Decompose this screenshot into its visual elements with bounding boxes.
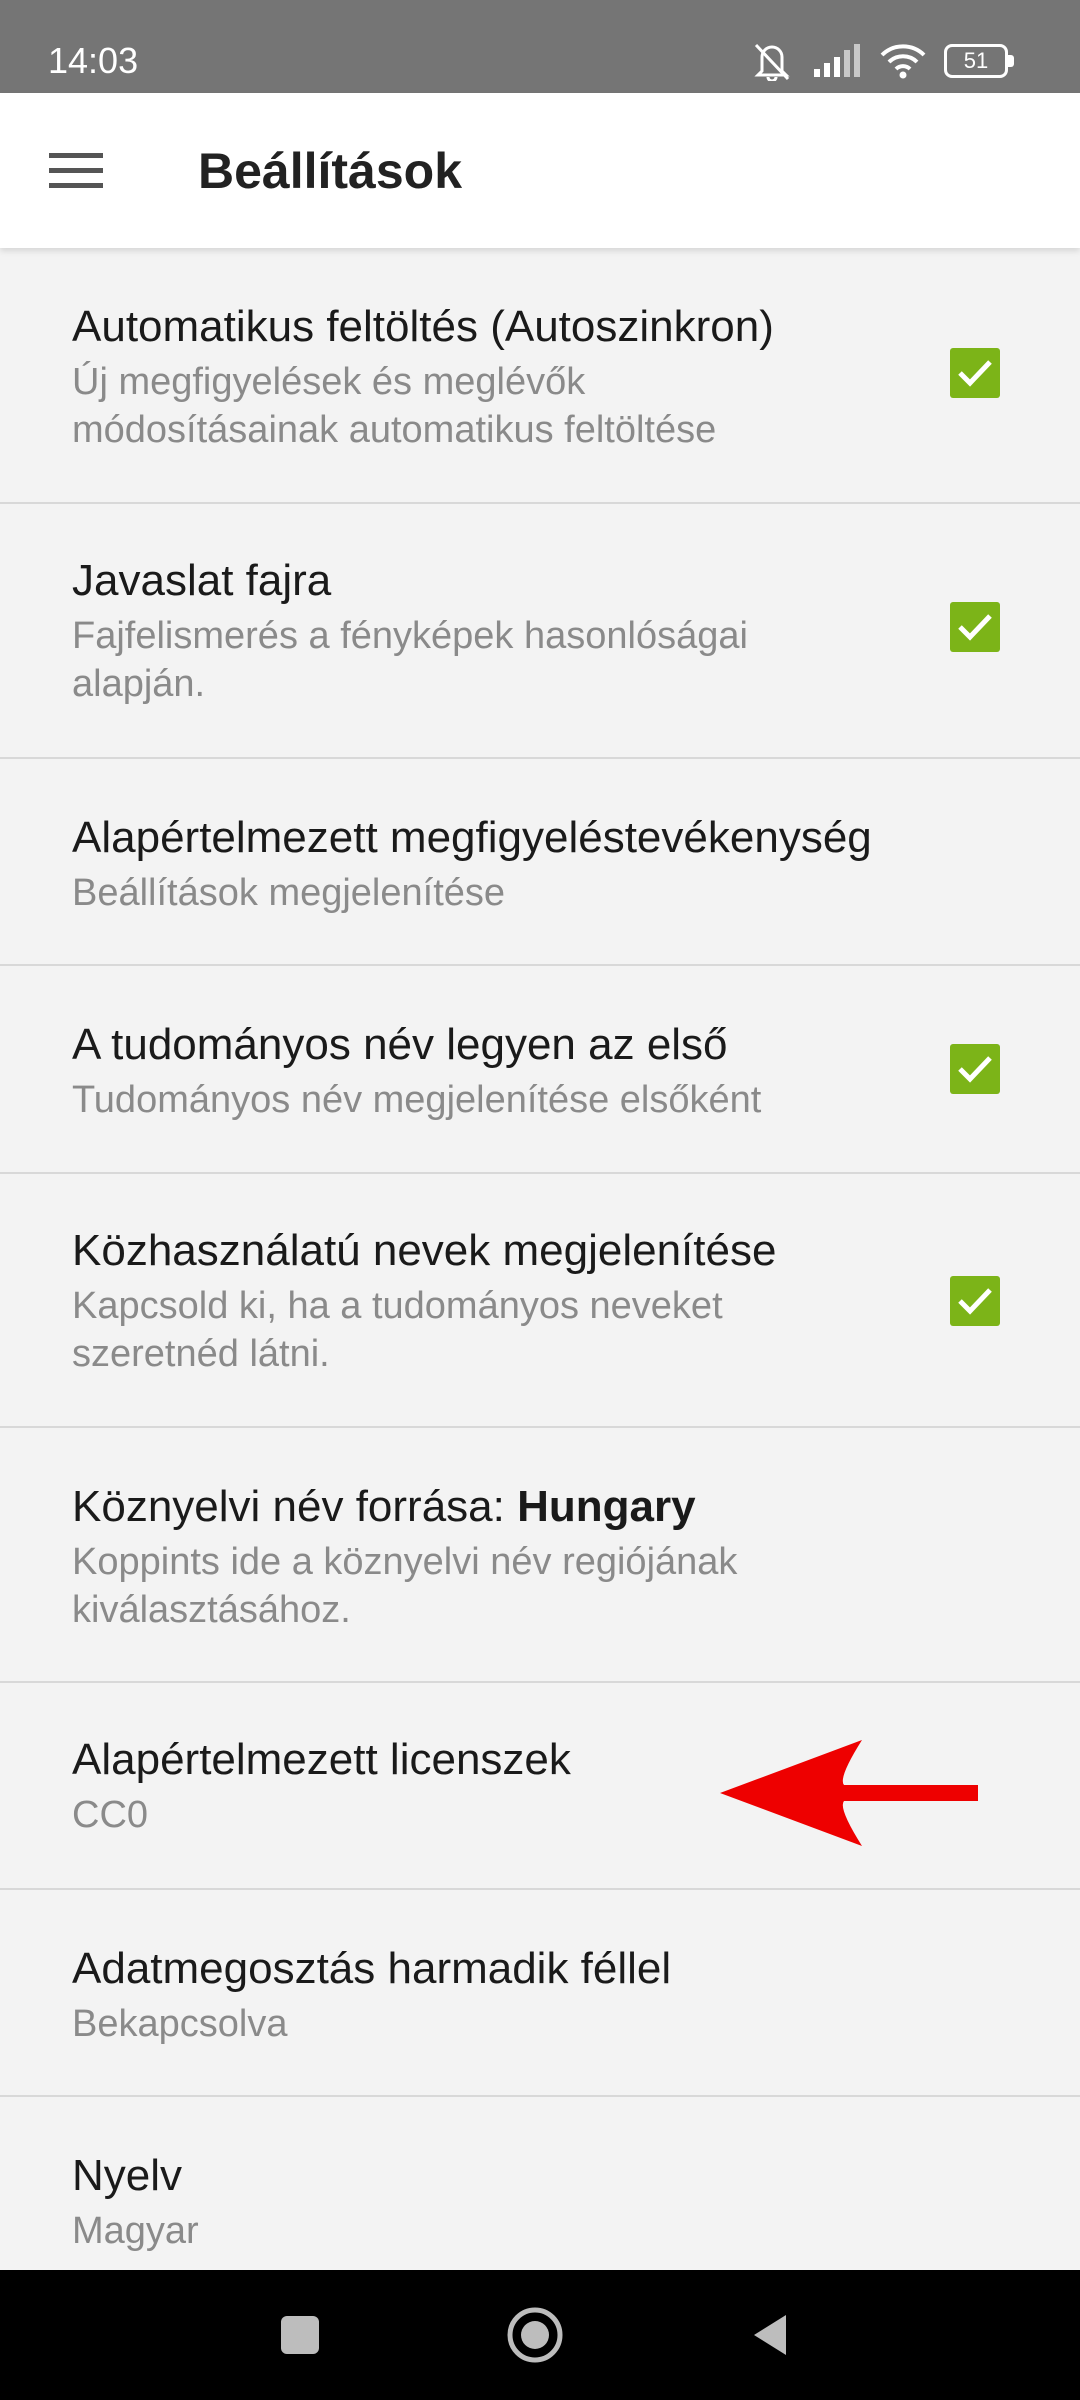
auto-upload-checkbox[interactable] [950, 348, 1000, 398]
page-title: Beállítások [198, 143, 463, 199]
settings-list: Automatikus feltöltés (Autoszinkron) Új … [0, 248, 1080, 2297]
setting-third-party-sharing[interactable]: Adatmegosztás harmadik féllel Bekapcsolv… [0, 1890, 1080, 2097]
setting-summary: Tudományos név megjelenítése elsőként [72, 1079, 762, 1121]
setting-summary: Koppints ide a köznyelvi név regiójának … [72, 1541, 738, 1631]
annotation-arrow-icon [720, 1740, 978, 1846]
toolbar: Beállítások [0, 93, 1080, 248]
setting-default-activity[interactable]: Alapértelmezett megfigyeléstevékenység B… [0, 759, 1080, 966]
setting-title: Nyelv [72, 2151, 183, 2200]
check-icon [958, 1288, 992, 1315]
setting-summary: Fajfelismerés a fényképek hasonlóságai a… [72, 615, 748, 705]
check-icon [958, 614, 992, 641]
setting-summary: Beállítások megjelenítése [72, 872, 506, 914]
mute-icon [754, 43, 790, 81]
home-icon[interactable] [465, 2270, 605, 2400]
status-bar: 14:03 51 [0, 0, 1080, 93]
back-icon[interactable] [700, 2270, 840, 2400]
setting-title: A tudományos név legyen az első [72, 1020, 728, 1069]
check-icon [958, 1056, 992, 1083]
setting-summary: Kapcsold ki, ha a tudományos neveket sze… [72, 1285, 723, 1375]
setting-summary: Bekapcsolva [72, 2003, 288, 2045]
hamburger-menu-icon[interactable] [32, 127, 120, 215]
setting-title: Automatikus feltöltés (Autoszinkron) [72, 302, 774, 351]
show-common-names-checkbox[interactable] [950, 1276, 1000, 1326]
setting-title: Köznyelvi név forrása: Hungary [72, 1480, 696, 1534]
status-icons: 51 [750, 38, 1016, 84]
scientific-name-first-checkbox[interactable] [950, 1044, 1000, 1094]
setting-auto-upload[interactable]: Automatikus feltöltés (Autoszinkron) Új … [0, 248, 1080, 504]
setting-title-prefix: Köznyelvi név forrása: [72, 1482, 518, 1531]
check-icon [958, 360, 992, 387]
setting-language[interactable]: Nyelv Magyar [0, 2097, 1080, 2297]
setting-summary: Új megfigyelések és meglévők módosításai… [72, 361, 717, 451]
status-time: 14:03 [48, 40, 139, 81]
setting-title: Alapértelmezett megfigyeléstevékenység [72, 813, 872, 862]
setting-scientific-name-first[interactable]: A tudományos név legyen az első Tudomány… [0, 966, 1080, 1174]
common-name-region: Hungary [517, 1482, 696, 1531]
setting-title: Adatmegosztás harmadik féllel [72, 1944, 672, 1993]
battery-icon: 51 [944, 44, 1016, 78]
signal-icon [814, 44, 860, 77]
recents-icon[interactable] [230, 2270, 370, 2400]
setting-title: Javaslat fajra [72, 556, 332, 605]
setting-title: Alapértelmezett licenszek [72, 1735, 571, 1784]
battery-level: 51 [963, 48, 989, 73]
species-suggestion-checkbox[interactable] [950, 602, 1000, 652]
setting-summary: Magyar [72, 2210, 199, 2252]
setting-common-name-source[interactable]: Köznyelvi név forrása: Hungary Koppints … [0, 1428, 1080, 1683]
setting-species-suggestion[interactable]: Javaslat fajra Fajfelismerés a fényképek… [0, 504, 1080, 759]
setting-title: Közhasználatú nevek megjelenítése [72, 1226, 777, 1275]
navigation-bar [0, 2270, 1080, 2400]
wifi-icon [880, 44, 926, 79]
setting-show-common-names[interactable]: Közhasználatú nevek megjelenítése Kapcso… [0, 1174, 1080, 1428]
